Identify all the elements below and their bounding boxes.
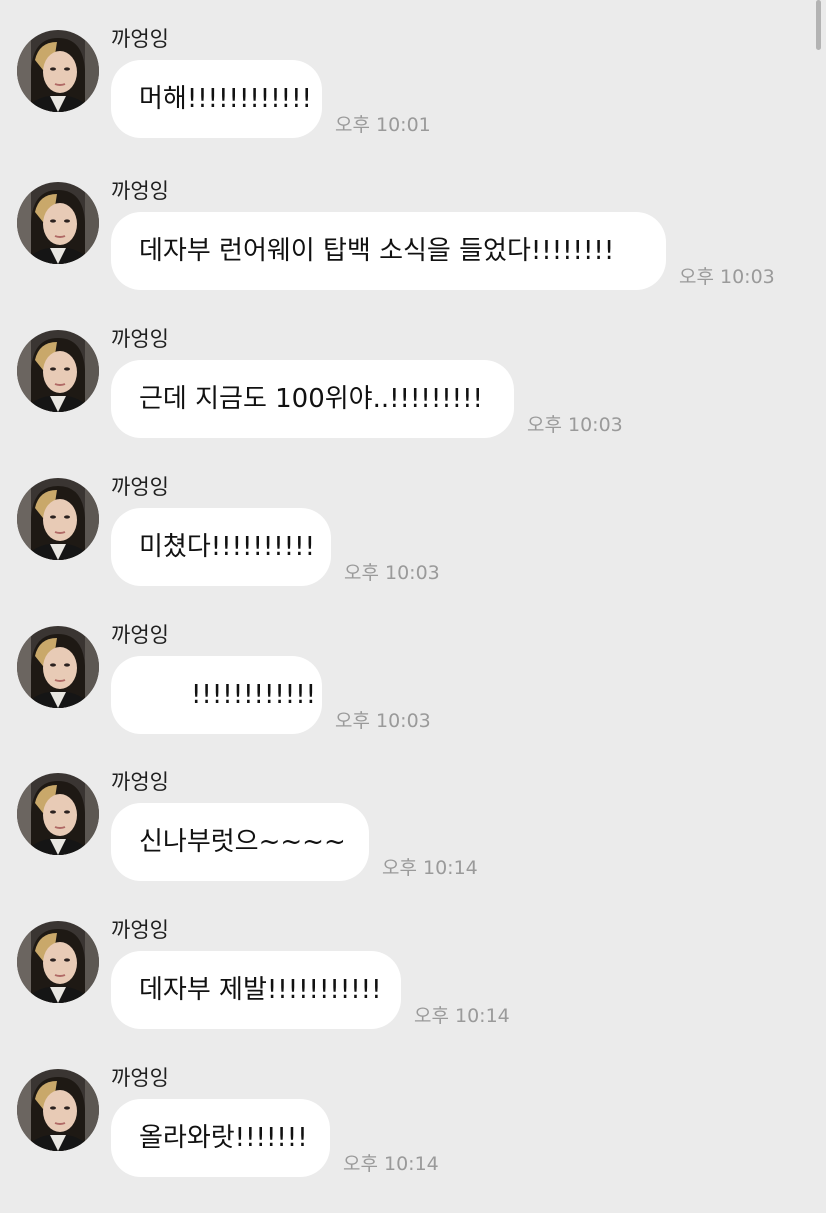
sender-name: 까엉잉 [111, 27, 169, 51]
avatar-icon [17, 773, 99, 855]
message-bubble[interactable]: 데자부 제발!!!!!!!!!!! [111, 951, 401, 1029]
message-row: 까엉잉 근데 지금도 100위야..!!!!!!!!! 오후 10:03 [0, 326, 800, 474]
avatar-icon [17, 626, 99, 708]
message-bubble[interactable]: !!!!!!!!!!!! [111, 656, 322, 734]
avatar-icon [17, 478, 99, 560]
message-row: 까엉잉 !!!!!!!!!!!! 오후 10:03 [0, 622, 800, 770]
message-time: 오후 10:03 [527, 414, 623, 436]
message-row: 까엉잉 올라와랏!!!!!!! 오후 10:14 [0, 1065, 800, 1213]
avatar[interactable] [17, 921, 99, 1003]
message-time: 오후 10:03 [344, 562, 440, 584]
message-text: !!!!!!!!!!!! [191, 680, 317, 710]
message-row: 까엉잉 신나부럿으~~~~ 오후 10:14 [0, 769, 800, 917]
message-row: 까엉잉 데자부 런어웨이 탑백 소식을 들었다!!!!!!!! 오후 10:03 [0, 178, 800, 326]
avatar-icon [17, 921, 99, 1003]
message-bubble[interactable]: 미쳤다!!!!!!!!!! [111, 508, 331, 586]
message-time: 오후 10:14 [343, 1153, 439, 1175]
sender-name: 까엉잉 [111, 475, 169, 499]
message-bubble[interactable]: 신나부럿으~~~~ [111, 803, 369, 881]
avatar[interactable] [17, 626, 99, 708]
message-row: 까엉잉 머해!!!!!!!!!!!! 오후 10:01 [0, 26, 800, 174]
avatar-icon [17, 30, 99, 112]
avatar-icon [17, 182, 99, 264]
message-time: 오후 10:03 [679, 266, 775, 288]
message-time: 오후 10:01 [335, 114, 431, 136]
avatar[interactable] [17, 478, 99, 560]
message-bubble[interactable]: 머해!!!!!!!!!!!! [111, 60, 322, 138]
avatar[interactable] [17, 773, 99, 855]
message-row: 까엉잉 미쳤다!!!!!!!!!! 오후 10:03 [0, 474, 800, 622]
sender-name: 까엉잉 [111, 1066, 169, 1090]
sender-name: 까엉잉 [111, 327, 169, 351]
message-time: 오후 10:14 [382, 857, 478, 879]
message-time: 오후 10:14 [414, 1005, 510, 1027]
chat-thread[interactable]: 까엉잉 머해!!!!!!!!!!!! 오후 10:01 까엉잉 데자부 런어웨이… [0, 0, 826, 1199]
avatar-icon [17, 330, 99, 412]
avatar[interactable] [17, 330, 99, 412]
sender-name: 까엉잉 [111, 623, 169, 647]
message-bubble[interactable]: 데자부 런어웨이 탑백 소식을 들었다!!!!!!!! [111, 212, 666, 290]
scrollbar-thumb[interactable] [816, 0, 821, 50]
avatar[interactable] [17, 1069, 99, 1151]
avatar[interactable] [17, 30, 99, 112]
sender-name: 까엉잉 [111, 179, 169, 203]
sender-name: 까엉잉 [111, 918, 169, 942]
sender-name: 까엉잉 [111, 770, 169, 794]
avatar-icon [17, 1069, 99, 1151]
message-bubble[interactable]: 근데 지금도 100위야..!!!!!!!!! [111, 360, 514, 438]
message-time: 오후 10:03 [335, 710, 431, 732]
message-row: 까엉잉 데자부 제발!!!!!!!!!!! 오후 10:14 [0, 917, 800, 1065]
message-bubble[interactable]: 올라와랏!!!!!!! [111, 1099, 330, 1177]
avatar[interactable] [17, 182, 99, 264]
